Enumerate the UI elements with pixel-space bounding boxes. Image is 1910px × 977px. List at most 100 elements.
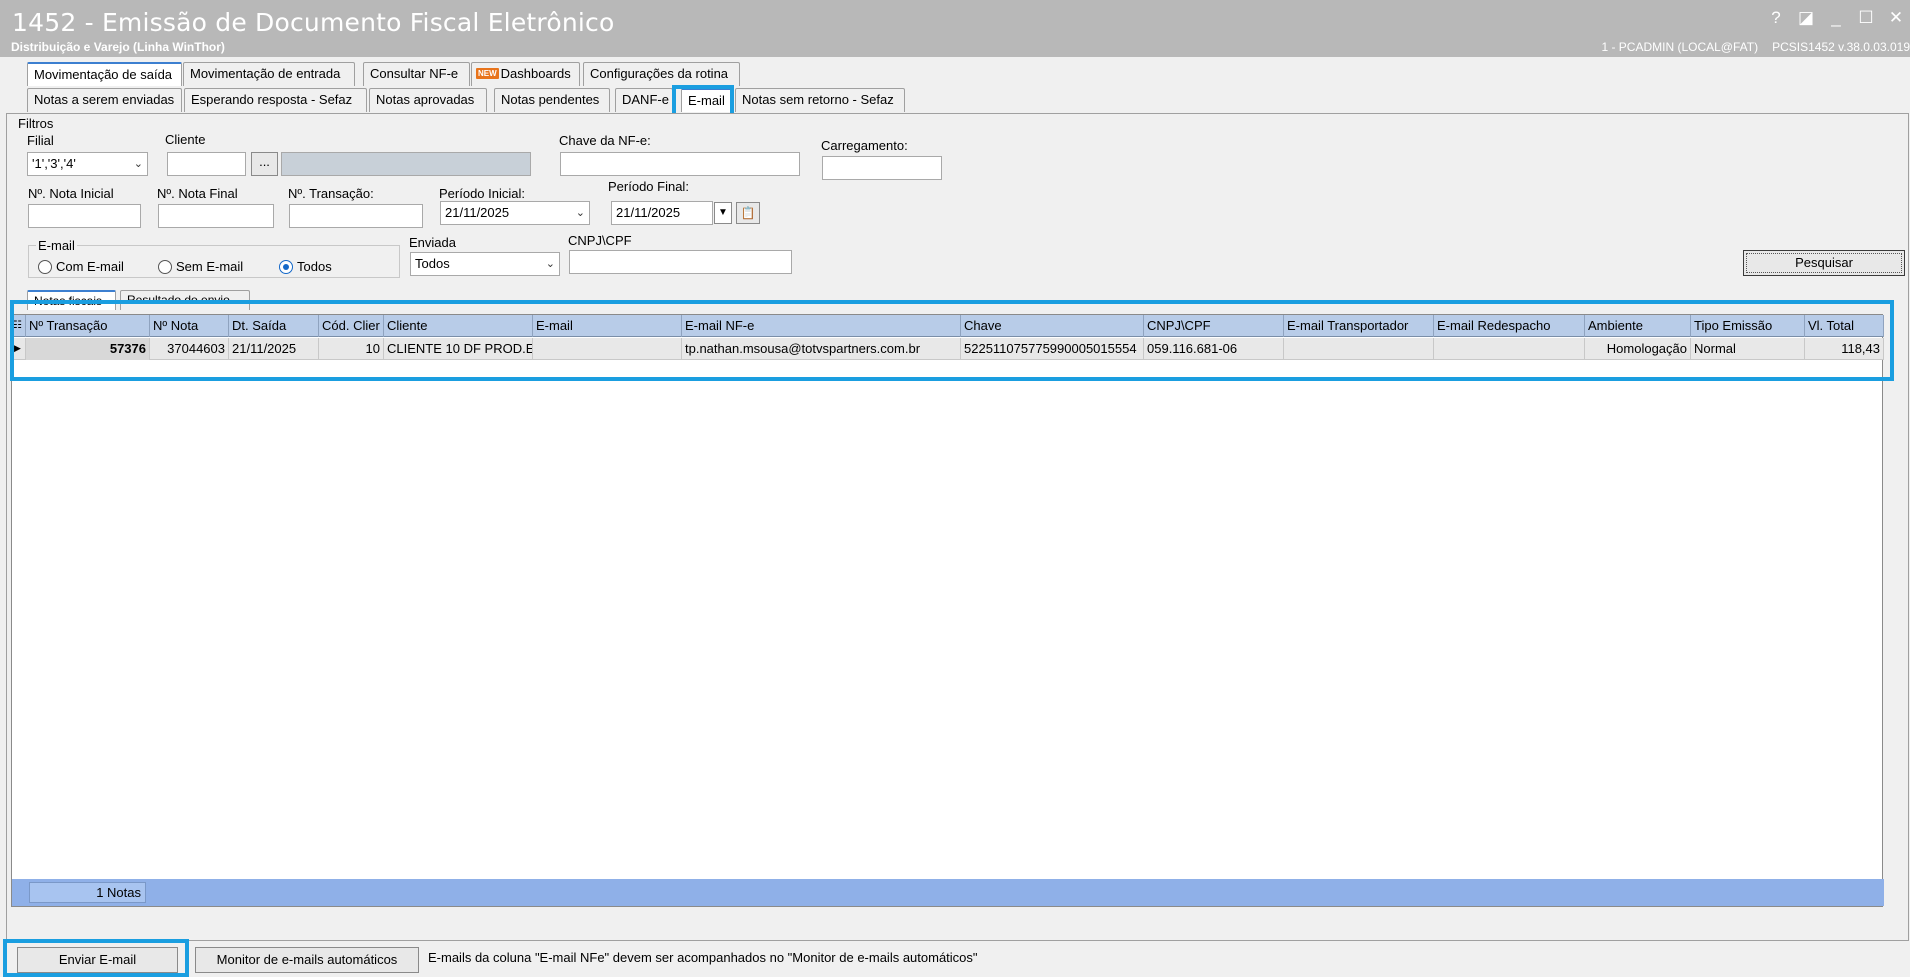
col-header-email-redespacho[interactable]: E-mail Redespacho [1434,315,1585,337]
chevron-down-icon: ⌄ [545,258,555,270]
grid-record-count: 1 Notas [29,882,146,903]
col-header-transacao[interactable]: Nº Transação [26,315,150,337]
periodo-final-input[interactable]: 21/11/2025 [611,201,713,225]
restore-layout-icon[interactable]: ◪ [1798,8,1814,28]
maximize-icon[interactable]: ☐ [1858,8,1874,28]
col-header-ambiente[interactable]: Ambiente [1585,315,1691,337]
col-header-cliente[interactable]: Cliente [384,315,533,337]
calendar-icon[interactable]: 📋 [736,202,760,224]
radio-com-email-circle [38,259,52,274]
enviada-select[interactable]: Todos ⌄ [410,252,560,276]
help-icon[interactable]: ? [1768,8,1784,28]
col-header-email-transportador[interactable]: E-mail Transportador [1284,315,1434,337]
filters-group-label: Filtros [18,116,54,131]
cell-cliente[interactable]: CLIENTE 10 DF PROD.E [384,338,533,360]
periodo-final-label: Período Final: [608,179,689,194]
monitor-emails-button[interactable]: Monitor de e-mails automáticos [195,947,419,973]
cell-dt-saida[interactable]: 21/11/2025 [229,338,319,360]
minimize-icon[interactable]: _ [1828,8,1844,28]
chevron-down-icon: ⌄ [133,158,143,170]
radio-todos-label: Todos [297,259,332,274]
cell-email-redespacho[interactable] [1434,338,1585,360]
grid-footer: 1 Notas [12,879,1884,906]
cliente-label: Cliente [165,132,206,147]
cell-cnpj[interactable]: 059.116.681-06 [1144,338,1284,360]
close-icon[interactable]: ✕ [1888,8,1904,28]
cliente-lookup-button[interactable]: ... [251,152,278,176]
periodo-inicial-label: Período Inicial: [439,186,525,201]
grid-columns-icon[interactable]: ☷ [12,315,26,337]
session-info: 1 - PCADMIN (LOCAL@FAT) PCSIS1452 v.38.0.… [1601,40,1910,54]
cliente-name-display [281,152,531,176]
cell-email-nfe[interactable]: tp.nathan.msousa@totvspartners.com.br [682,338,961,360]
tab-notas-pendentes[interactable]: Notas pendentes [494,88,610,112]
nota-final-input[interactable] [158,204,274,228]
window-title: 1452 - Emissão de Documento Fiscal Eletr… [12,8,615,37]
cell-email-transportador[interactable] [1284,338,1434,360]
carregamento-label: Carregamento: [821,138,908,153]
grid-header: ☷ Nº Transação Nº Nota Dt. Saída Cód. Cl… [12,315,1884,337]
cell-chave[interactable]: 522511075775990005015554 [961,338,1144,360]
tab-notas-sem-retorno[interactable]: Notas sem retorno - Sefaz [735,88,905,112]
tab-esperando-resposta[interactable]: Esperando resposta - Sefaz [184,88,367,112]
tab-dashboards[interactable]: NEW Dashboards [471,62,580,86]
cell-vl-total[interactable]: 118,43 [1805,338,1884,360]
table-row[interactable]: ▶ 57376 37044603 21/11/2025 10 CLIENTE 1… [12,338,1884,360]
filial-value: '1','3','4' [32,156,76,171]
tab-resultado-envio[interactable]: Resultado do envio [120,290,250,310]
radio-com-email[interactable]: Com E-mail [38,259,124,274]
col-header-email[interactable]: E-mail [533,315,682,337]
nota-inicial-input[interactable] [28,204,141,228]
tab-consultar-nfe[interactable]: Consultar NF-e [363,62,470,86]
new-badge-icon: NEW [476,68,499,79]
tab-email[interactable]: E-mail [681,88,731,112]
tab-notas-fiscais[interactable]: Notas fiscais [27,290,116,310]
enviada-value: Todos [415,256,450,271]
tab-movimentacao-entrada[interactable]: Movimentação de entrada [183,62,355,86]
col-header-vl-total[interactable]: Vl. Total [1805,315,1884,337]
tab-danfe[interactable]: DANF-e [615,88,673,112]
enviada-label: Enviada [409,235,456,250]
window-subtitle: Distribuição e Varejo (Linha WinThor) [11,40,225,54]
chevron-down-icon: ⌄ [575,207,585,219]
cell-transacao[interactable]: 57376 [26,338,150,360]
filial-select[interactable]: '1','3','4' ⌄ [27,152,148,176]
search-button[interactable]: Pesquisar [1743,250,1905,276]
main-tab-row: Movimentação de saída Movimentação de en… [0,62,1910,88]
notes-grid: ☷ Nº Transação Nº Nota Dt. Saída Cód. Cl… [11,314,1884,907]
periodo-inicial-value: 21/11/2025 [445,205,510,220]
version-info: PCSIS1452 v.38.0.03.019 [1772,40,1910,54]
sub-tab-row: Notas a serem enviadas Esperando respost… [0,88,1910,114]
carregamento-input[interactable] [822,156,942,180]
tab-configuracoes-rotina[interactable]: Configurações da rotina [583,62,740,86]
col-header-chave[interactable]: Chave [961,315,1144,337]
radio-todos[interactable]: Todos [279,259,332,274]
tab-notas-aprovadas[interactable]: Notas aprovadas [369,88,487,112]
filial-label: Filial [27,133,54,148]
cell-tipo-emissao[interactable]: Normal [1691,338,1805,360]
radio-com-email-label: Com E-mail [56,259,124,274]
cell-nota[interactable]: 37044603 [150,338,229,360]
cell-ambiente[interactable]: Homologação [1585,338,1691,360]
transacao-label: Nº. Transação: [288,186,374,201]
chave-input[interactable] [560,152,800,176]
transacao-input[interactable] [289,204,423,228]
col-header-email-nfe[interactable]: E-mail NF-e [682,315,961,337]
cell-email[interactable] [533,338,682,360]
periodo-inicial-input[interactable]: 21/11/2025 ⌄ [440,201,590,225]
col-header-tipo-emissao[interactable]: Tipo Emissão [1691,315,1805,337]
cell-cod-cliente[interactable]: 10 [319,338,384,360]
cnpj-label: CNPJ\CPF [568,233,632,248]
radio-sem-email-label: Sem E-mail [176,259,244,274]
send-email-button[interactable]: Enviar E-mail [17,947,178,973]
tab-movimentacao-saida[interactable]: Movimentação de saída [27,62,182,86]
col-header-cnpj[interactable]: CNPJ\CPF [1144,315,1284,337]
date-dropdown-icon[interactable]: ▼ [714,202,732,224]
cnpj-input[interactable] [569,250,792,274]
col-header-nota[interactable]: Nº Nota [150,315,229,337]
col-header-dt-saida[interactable]: Dt. Saída [229,315,319,337]
col-header-cod-cliente[interactable]: Cód. Clier [319,315,384,337]
cliente-input[interactable] [167,152,246,176]
tab-notas-a-serem-enviadas[interactable]: Notas a serem enviadas [27,88,182,112]
radio-sem-email[interactable]: Sem E-mail [158,259,243,274]
